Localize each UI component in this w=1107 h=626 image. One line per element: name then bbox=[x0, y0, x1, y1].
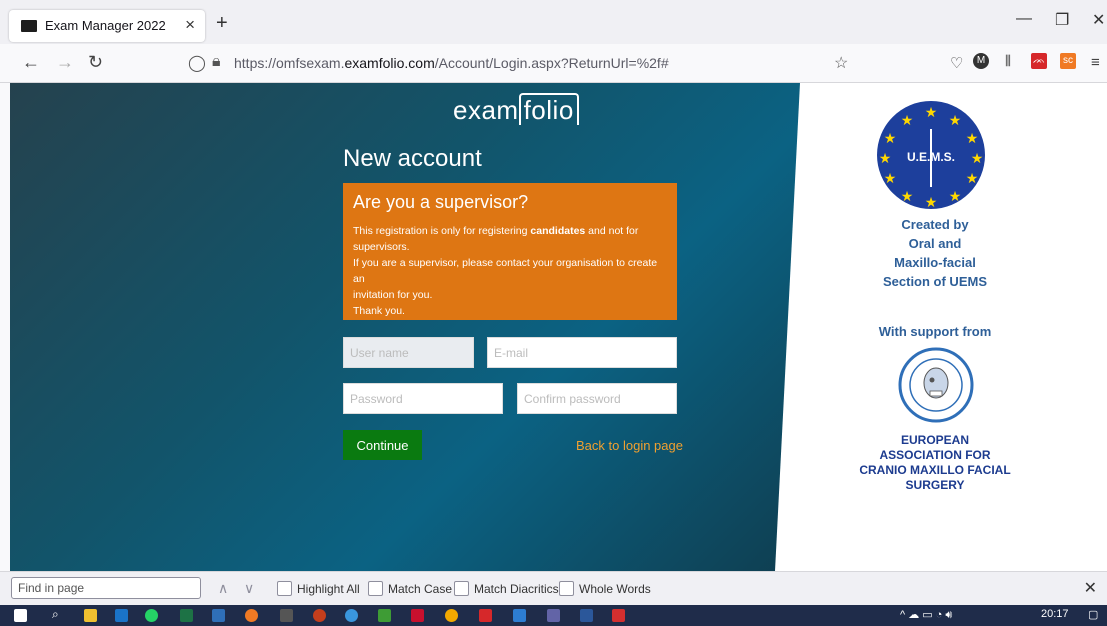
app-icon[interactable] bbox=[212, 609, 225, 622]
pocket-icon[interactable]: ♡ bbox=[950, 54, 963, 72]
chrome-icon[interactable] bbox=[445, 609, 458, 622]
extension-m-icon[interactable]: M bbox=[973, 53, 989, 69]
svg-text:★: ★ bbox=[901, 189, 914, 205]
outlook-icon[interactable] bbox=[115, 609, 128, 622]
new-tab-button[interactable]: + bbox=[216, 12, 228, 35]
svg-text:★: ★ bbox=[901, 113, 914, 129]
svg-text:★: ★ bbox=[949, 189, 962, 205]
whatsapp-icon[interactable] bbox=[145, 609, 158, 622]
window-restore-button[interactable]: ❐ bbox=[1055, 10, 1069, 30]
folder-icon bbox=[21, 20, 37, 32]
app-blue-icon[interactable] bbox=[513, 609, 526, 622]
forward-arrow-icon[interactable]: → bbox=[56, 52, 74, 73]
support-text: With support from bbox=[878, 324, 992, 339]
notice-title: Are you a supervisor? bbox=[353, 192, 529, 212]
svg-text:★: ★ bbox=[971, 151, 984, 167]
notification-icon[interactable]: ▢ bbox=[1088, 608, 1098, 621]
url-bar[interactable]: ◯ 🔒︎ https://omfsexam.examfolio.com/Acco… bbox=[180, 49, 870, 77]
firefox-icon[interactable] bbox=[245, 609, 258, 622]
bookmark-star-icon[interactable]: ☆ bbox=[834, 53, 848, 73]
match-diacritics-checkbox[interactable]: Match Diacritics bbox=[454, 581, 559, 596]
teams-icon[interactable] bbox=[547, 609, 560, 622]
edge-icon[interactable] bbox=[345, 609, 358, 622]
examfolio-logo: exam folio bbox=[453, 93, 579, 126]
svg-text:★: ★ bbox=[884, 131, 897, 147]
page-title: New account bbox=[343, 145, 482, 172]
uems-logo: ★ ★★ ★★★ ★★★ ★★★ U.E.M.S. bbox=[877, 101, 985, 211]
browser-tab[interactable]: Exam Manager 2022 × bbox=[9, 10, 205, 42]
find-bar: ∧ ∨ Highlight All Match Case Match Diacr… bbox=[0, 571, 1107, 606]
tab-title: Exam Manager 2022 bbox=[45, 18, 166, 33]
svg-text:★: ★ bbox=[884, 171, 897, 187]
clock[interactable]: 20:17 bbox=[1041, 608, 1069, 620]
search-icon[interactable]: ⌕ bbox=[52, 607, 65, 621]
window-close-button[interactable]: ✕ bbox=[1092, 10, 1105, 30]
find-close-button[interactable]: ✕ bbox=[1084, 578, 1097, 598]
svg-text:★: ★ bbox=[966, 131, 979, 147]
svg-text:★: ★ bbox=[879, 151, 892, 167]
system-tray-icons[interactable]: ^ ☁ ▭ ◔ 🔊︎ bbox=[900, 608, 952, 622]
app-red-icon[interactable] bbox=[479, 609, 492, 622]
excel-icon[interactable] bbox=[180, 609, 193, 622]
email-input[interactable] bbox=[488, 338, 676, 367]
confirm-password-field[interactable] bbox=[517, 383, 677, 414]
confirm-password-input[interactable] bbox=[518, 384, 676, 413]
svg-text:★: ★ bbox=[966, 171, 979, 187]
acrobat-icon[interactable] bbox=[612, 609, 625, 622]
extension-sc-icon[interactable]: sc bbox=[1060, 53, 1076, 69]
username-field[interactable] bbox=[343, 337, 474, 368]
word-icon[interactable] bbox=[580, 609, 593, 622]
calculator-icon[interactable] bbox=[280, 609, 293, 622]
page-content: exam folio New account Are you a supervis… bbox=[10, 83, 1107, 571]
shield-icon[interactable]: ◯ bbox=[188, 53, 206, 73]
email-field[interactable] bbox=[487, 337, 677, 368]
svg-text:★: ★ bbox=[925, 195, 938, 211]
window-minimize-button[interactable]: — bbox=[1016, 10, 1032, 28]
taskbar: ⌕ ^ ☁ ▭ ◔ 🔊︎ 20:17 ▢ bbox=[0, 605, 1107, 626]
extension-red-icon[interactable]: ᨏ bbox=[1031, 53, 1047, 69]
username-input[interactable] bbox=[344, 338, 473, 367]
reload-icon[interactable]: ↻ bbox=[88, 52, 103, 73]
navigation-bar: ← → ↻ ◯ 🔒︎ https://omfsexam.examfolio.co… bbox=[0, 44, 1107, 83]
whole-words-checkbox[interactable]: Whole Words bbox=[559, 581, 651, 596]
eacmfs-logo bbox=[898, 347, 974, 423]
menu-icon[interactable]: ≡ bbox=[1091, 54, 1100, 71]
app-green-icon[interactable] bbox=[378, 609, 391, 622]
eacmfs-text: EUROPEAN ASSOCIATION FOR CRANIO MAXILLO … bbox=[859, 433, 1011, 492]
back-arrow-icon[interactable]: ← bbox=[22, 52, 40, 73]
svg-text:★: ★ bbox=[949, 113, 962, 129]
file-explorer-icon[interactable] bbox=[84, 609, 97, 622]
back-to-login-link[interactable]: Back to login page bbox=[576, 438, 683, 453]
find-previous-icon[interactable]: ∧ bbox=[218, 580, 228, 597]
password-field[interactable] bbox=[343, 383, 503, 414]
access-icon[interactable] bbox=[411, 609, 424, 622]
find-input[interactable] bbox=[11, 577, 201, 599]
sidebar: ★ ★ ★ ★ ★ ★ ★ ★ ★ ★ ★ ★ U.E.M.S. Created by Oral… bbox=[850, 83, 1100, 571]
find-next-icon[interactable]: ∨ bbox=[244, 580, 254, 597]
url-text[interactable]: https://omfsexam.examfolio.com/Account/L… bbox=[234, 55, 669, 71]
svg-text:U.E.M.S.: U.E.M.S. bbox=[907, 150, 955, 164]
continue-button[interactable]: Continue bbox=[343, 430, 422, 460]
match-case-checkbox[interactable]: Match Case bbox=[368, 581, 452, 596]
password-input[interactable] bbox=[344, 384, 502, 413]
lock-icon[interactable]: 🔒︎ bbox=[212, 53, 221, 71]
tab-close-button[interactable]: × bbox=[185, 15, 195, 35]
windows-start-icon[interactable] bbox=[14, 609, 27, 622]
svg-text:★: ★ bbox=[925, 105, 938, 121]
powerpoint-icon[interactable] bbox=[313, 609, 326, 622]
library-icon[interactable]: ⫼ bbox=[1000, 53, 1016, 69]
supervisor-notice: Are you a supervisor? This registration … bbox=[343, 183, 677, 320]
notice-body: This registration is only for registerin… bbox=[353, 225, 661, 317]
tab-strip: Exam Manager 2022 × + — ❐ ✕ bbox=[0, 0, 1107, 44]
created-by-text: Created by Oral and Maxillo-facial Secti… bbox=[882, 217, 987, 289]
highlight-all-checkbox[interactable]: Highlight All bbox=[277, 581, 360, 596]
